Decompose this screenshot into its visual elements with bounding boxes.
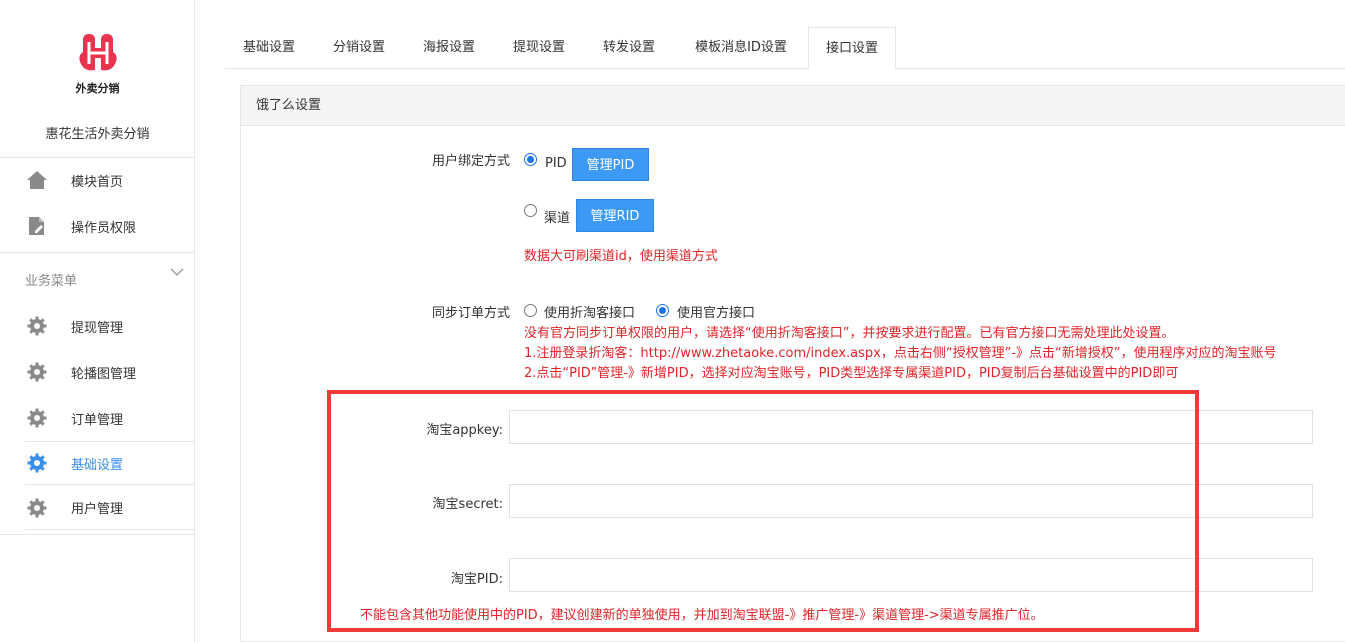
bind-mode-channel-radio[interactable] bbox=[524, 204, 537, 217]
sync-zhetaoke-radio[interactable] bbox=[524, 304, 537, 317]
manage-rid-button[interactable]: 管理RID bbox=[576, 199, 654, 232]
tab-distribution-settings[interactable]: 分销设置 bbox=[315, 27, 403, 69]
sidebar-item-orders[interactable]: 订单管理 bbox=[0, 396, 195, 440]
appkey-label: 淘宝appkey: bbox=[426, 423, 503, 438]
gear-icon bbox=[26, 407, 48, 429]
gear-icon bbox=[26, 452, 48, 474]
sidebar-item-label: 基础设置 bbox=[71, 457, 124, 473]
pid-input[interactable] bbox=[509, 558, 1313, 592]
tab-withdraw-settings[interactable]: 提现设置 bbox=[495, 27, 583, 69]
sidebar-item-module-home[interactable]: 模块首页 bbox=[0, 158, 195, 202]
secret-input[interactable] bbox=[509, 484, 1313, 518]
pid-hint: 不能包含其他功能使用中的PID，建议创建新的单独使用，并加到淘宝联盟-》推广管理… bbox=[360, 608, 1044, 623]
sidebar-item-label: 轮播图管理 bbox=[71, 366, 137, 382]
divider bbox=[0, 252, 195, 253]
tab-poster-settings[interactable]: 海报设置 bbox=[405, 27, 493, 69]
sync-hint-2: 1.注册登录折淘客：http://www.zhetaoke.com/index.… bbox=[524, 346, 1277, 361]
sidebar-item-label: 订单管理 bbox=[71, 412, 124, 428]
bind-mode-pid-radio[interactable] bbox=[524, 153, 537, 166]
chevron-down-icon[interactable] bbox=[170, 267, 184, 277]
tab-basic-settings[interactable]: 基础设置 bbox=[225, 27, 313, 69]
panel-title: 饿了么设置 bbox=[241, 86, 1345, 126]
sidebar-group-title: 业务菜单 bbox=[25, 274, 78, 289]
sidebar-item-operator-permissions[interactable]: 操作员权限 bbox=[0, 204, 195, 248]
sidebar-item-label: 提现管理 bbox=[71, 320, 124, 336]
tab-forward-settings[interactable]: 转发设置 bbox=[585, 27, 673, 69]
app-logo: 外卖分销 bbox=[0, 30, 195, 96]
logo-icon bbox=[78, 34, 117, 71]
gear-icon bbox=[26, 315, 48, 337]
sync-official-label: 使用官方接口 bbox=[677, 306, 756, 321]
divider bbox=[0, 534, 195, 535]
sidebar-item-label: 操作员权限 bbox=[71, 220, 137, 236]
sidebar-item-carousel[interactable]: 轮播图管理 bbox=[0, 350, 195, 394]
bind-mode-label: 用户绑定方式 bbox=[431, 154, 510, 169]
pid-label: 淘宝PID: bbox=[450, 572, 503, 587]
sidebar-item-label: 用户管理 bbox=[71, 502, 124, 517]
gear-icon bbox=[26, 361, 48, 383]
home-icon bbox=[26, 169, 48, 191]
sidebar: 外卖分销 惠花生活外卖分销 模块首页 操作员权限 业务菜单 提现管理 轮播图管理… bbox=[0, 0, 195, 642]
bind-mode-channel-label: 渠道 bbox=[544, 211, 571, 226]
manage-pid-button[interactable]: 管理PID bbox=[572, 148, 649, 181]
bind-mode-pid-label: PID bbox=[545, 156, 567, 171]
gear-icon bbox=[26, 497, 48, 519]
logo-text: 外卖分销 bbox=[75, 82, 120, 95]
sync-mode-label: 同步订单方式 bbox=[431, 306, 510, 321]
sync-zhetaoke-label: 使用折淘客接口 bbox=[544, 306, 636, 321]
secret-label: 淘宝secret: bbox=[432, 497, 503, 512]
settings-tabs: 基础设置 分销设置 海报设置 提现设置 转发设置 模板消息ID设置 接口设置 bbox=[225, 27, 1345, 70]
sidebar-item-withdraw[interactable]: 提现管理 bbox=[0, 304, 195, 348]
sidebar-item-basic-settings[interactable]: 基础设置 bbox=[25, 441, 195, 485]
sidebar-item-users[interactable]: 用户管理 bbox=[25, 486, 195, 530]
shop-name: 惠花生活外卖分销 bbox=[45, 127, 150, 142]
sidebar-item-label: 模块首页 bbox=[71, 174, 124, 190]
sync-official-radio[interactable] bbox=[656, 304, 669, 317]
appkey-input[interactable] bbox=[509, 410, 1313, 444]
tab-api-settings[interactable]: 接口设置 bbox=[808, 27, 896, 70]
tab-template-message-settings[interactable]: 模板消息ID设置 bbox=[677, 27, 805, 69]
bind-mode-hint: 数据大可刷渠道id，使用渠道方式 bbox=[524, 249, 718, 264]
sync-hint-3: 2.点击“PID”管理-》新增PID，选择对应淘宝账号，PID类型选择专属渠道P… bbox=[524, 366, 1179, 381]
sync-hint-1: 没有官方同步订单权限的用户，请选择“使用折淘客接口”，并按要求进行配置。已有官方… bbox=[524, 326, 1175, 341]
document-edit-icon bbox=[26, 215, 48, 237]
